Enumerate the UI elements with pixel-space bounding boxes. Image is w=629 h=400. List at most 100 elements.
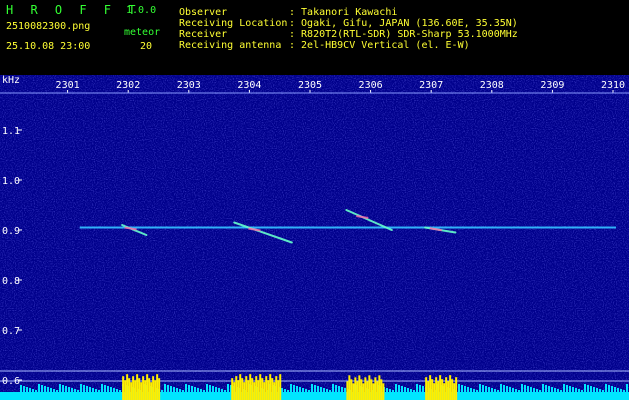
level-peak <box>449 375 452 400</box>
x-tick-label: 2309 <box>540 80 564 91</box>
level-bar <box>41 385 43 392</box>
level-bar <box>620 389 622 392</box>
level-peak <box>354 377 357 400</box>
level-bar <box>329 390 331 392</box>
file-name: 2510082300.png <box>6 21 91 32</box>
level-bar <box>503 385 505 392</box>
level-peak <box>251 378 254 400</box>
level-bar <box>605 384 607 392</box>
level-bar <box>518 390 520 392</box>
level-bar <box>596 388 598 392</box>
level-bar <box>599 389 601 392</box>
level-bar <box>179 389 181 392</box>
level-peak <box>362 383 365 400</box>
level-peak <box>378 375 381 400</box>
level-bar <box>53 389 55 392</box>
level-peak <box>241 378 244 400</box>
level-peak <box>142 376 145 400</box>
level-bar <box>29 388 31 392</box>
level-peak <box>358 375 361 400</box>
level-bar <box>404 387 406 392</box>
level-peak <box>277 380 280 400</box>
x-tick-label: 2304 <box>237 80 261 91</box>
level-bar <box>212 386 214 392</box>
level-bar <box>539 390 541 392</box>
level-bar <box>557 389 559 392</box>
level-peak <box>267 380 270 400</box>
level-peak <box>435 377 438 400</box>
level-bar <box>485 386 487 392</box>
level-bar <box>410 389 412 392</box>
level-bar <box>296 386 298 392</box>
level-bar <box>467 387 469 392</box>
level-bar <box>497 390 499 392</box>
level-bar <box>38 384 40 392</box>
level-peak <box>376 381 379 400</box>
x-tick-label: 2303 <box>177 80 201 91</box>
level-bar <box>101 384 103 392</box>
level-bar <box>476 390 478 392</box>
level-bar <box>62 385 64 392</box>
level-bar <box>116 389 118 392</box>
level-bar <box>473 389 475 392</box>
level-peak <box>140 382 143 400</box>
level-bar <box>104 385 106 392</box>
level-bar <box>530 387 532 392</box>
level-bar <box>86 386 88 392</box>
level-bar <box>623 390 625 392</box>
level-bar <box>413 390 415 392</box>
level-bar <box>470 388 472 392</box>
level-bar <box>206 384 208 392</box>
level-bar <box>608 385 610 392</box>
level-bar <box>26 387 28 392</box>
level-peak <box>150 382 153 400</box>
level-peak <box>366 381 369 400</box>
level-bar <box>395 384 397 392</box>
level-bar <box>386 388 388 392</box>
level-peak <box>243 382 246 400</box>
x-tick-label: 2301 <box>56 80 80 91</box>
level-bar <box>521 384 523 392</box>
level-bar <box>581 390 583 392</box>
level-bar <box>47 387 49 392</box>
level-peak <box>247 380 250 400</box>
level-bar <box>215 387 217 392</box>
y-tick-label: 0.7 <box>2 326 20 337</box>
level-bar <box>71 388 73 392</box>
level-peak <box>231 378 234 400</box>
level-peak <box>346 381 349 400</box>
level-peak <box>271 378 274 400</box>
level-bar <box>173 387 175 392</box>
level-peak <box>445 377 448 400</box>
level-bar <box>407 388 409 392</box>
level-bar <box>80 384 82 392</box>
level-bar <box>119 390 121 392</box>
level-bar <box>611 386 613 392</box>
meteor-count: 20 <box>140 41 153 52</box>
level-bar <box>191 386 193 392</box>
level-peak <box>148 378 151 400</box>
level-peak <box>138 378 141 400</box>
level-bar <box>221 389 223 392</box>
level-bar <box>320 387 322 392</box>
spectrogram-chart: kHz 2301 2302 2303 2304 2305 2306 2307 2308 2309… <box>0 75 629 400</box>
level-bar <box>512 388 514 392</box>
level-bar <box>302 388 304 392</box>
level-peak <box>259 374 262 400</box>
level-bar <box>569 386 571 392</box>
level-peak <box>380 379 383 400</box>
level-peak <box>239 374 242 400</box>
level-peak <box>124 380 127 400</box>
level-bar <box>44 386 46 392</box>
level-bar <box>527 386 529 392</box>
level-bar <box>224 390 226 392</box>
level-bar <box>20 385 22 392</box>
level-bar <box>293 385 295 392</box>
meteor-label: meteor <box>124 27 161 38</box>
level-peak <box>360 379 363 400</box>
level-peak <box>273 382 276 400</box>
y-tick-label: 0.8 <box>2 276 20 287</box>
level-bar <box>563 384 565 392</box>
x-tick-label: 2306 <box>359 80 383 91</box>
level-peak <box>451 379 454 400</box>
